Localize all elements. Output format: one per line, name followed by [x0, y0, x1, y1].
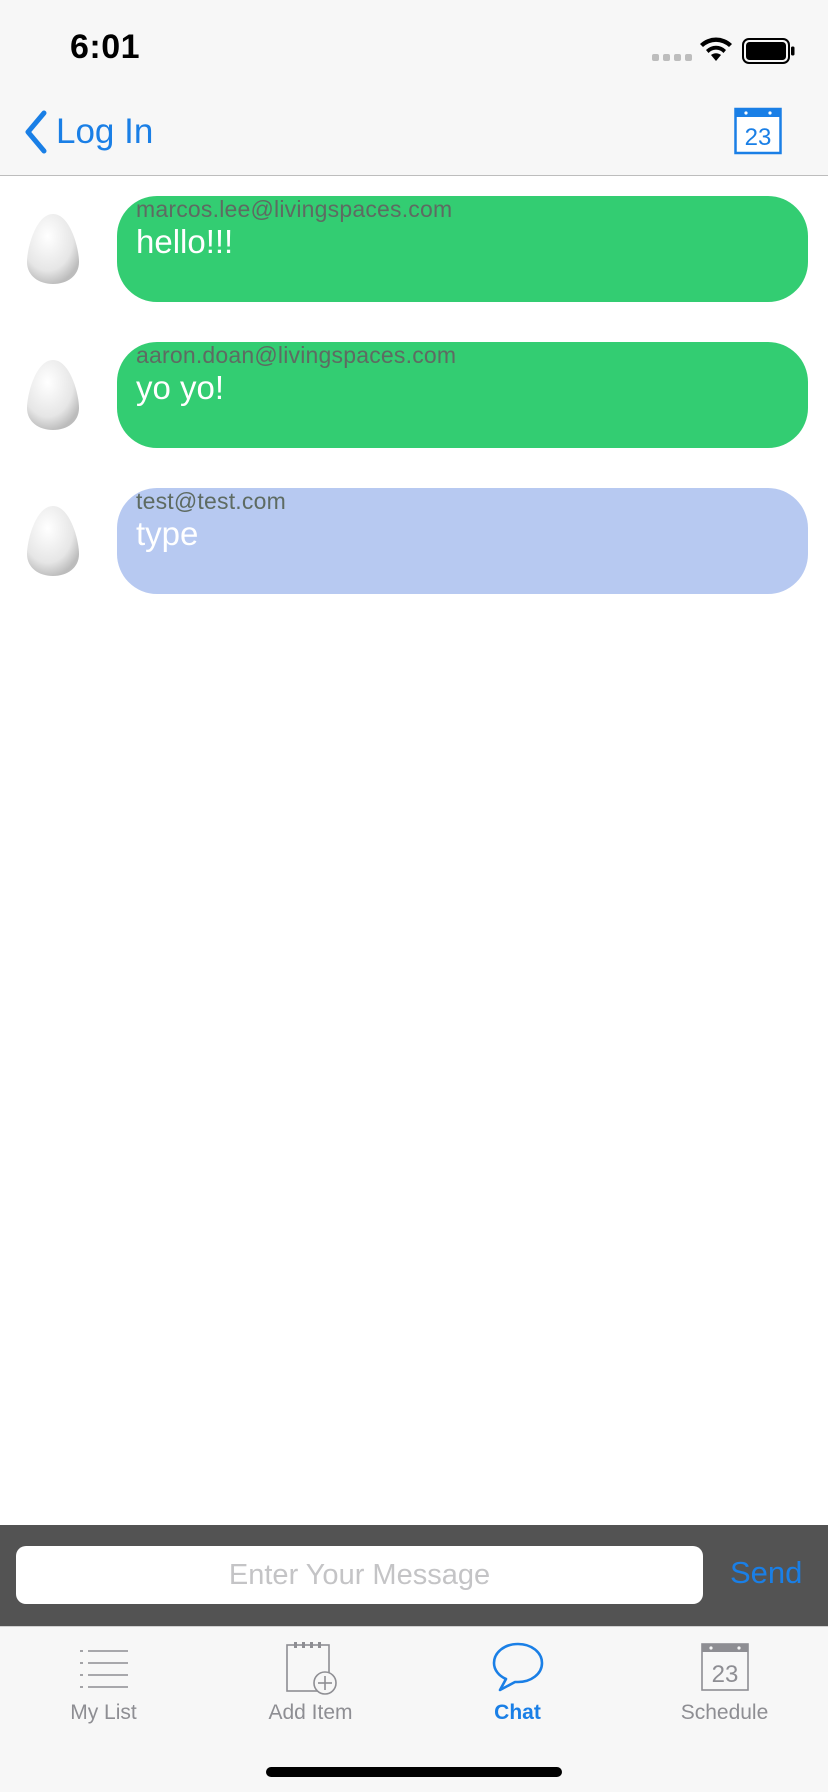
tab-label: Chat	[494, 1701, 541, 1724]
add-item-icon	[285, 1642, 337, 1695]
message-text: type	[136, 515, 199, 552]
tab-chat[interactable]: Chat	[414, 1627, 621, 1737]
tab-my-list[interactable]: My List	[0, 1627, 207, 1737]
message-text: hello!!!	[136, 223, 234, 260]
send-button[interactable]: Send	[730, 1555, 802, 1591]
wifi-icon	[700, 37, 732, 61]
message-sender: aaron.doan@livingspaces.com	[136, 342, 457, 368]
tab-bar: My List Add Item Chat 23 Schedule	[0, 1626, 828, 1792]
message-row: aaron.doan@livingspaces.com yo yo!	[0, 342, 828, 448]
navigation-bar: Log In 23	[0, 88, 828, 176]
message-sender: marcos.lee@livingspaces.com	[136, 196, 453, 222]
message-text: yo yo!	[136, 369, 225, 406]
cellular-signal-icon	[652, 54, 692, 61]
egg-avatar-icon	[27, 360, 79, 430]
chat-bubble-icon	[492, 1642, 543, 1692]
message-input[interactable]	[16, 1546, 703, 1604]
calendar-day: 23	[711, 1661, 738, 1688]
message-sender: test@test.com	[136, 488, 286, 514]
tab-schedule[interactable]: 23 Schedule	[621, 1627, 828, 1737]
status-time: 6:01	[70, 28, 141, 66]
calendar-icon: 23	[700, 1643, 749, 1691]
list-icon	[79, 1650, 128, 1688]
tab-label: My List	[70, 1701, 137, 1724]
home-indicator[interactable]	[266, 1767, 562, 1777]
status-bar: 6:01	[0, 0, 828, 88]
message-composer: Send	[0, 1525, 828, 1626]
back-button[interactable]: Log In	[22, 108, 153, 156]
battery-icon	[742, 38, 795, 64]
egg-avatar-icon	[27, 506, 79, 576]
calendar-day: 23	[745, 124, 772, 151]
message-row: test@test.com type	[0, 488, 828, 594]
tab-add-item[interactable]: Add Item	[207, 1627, 414, 1737]
egg-avatar-icon	[27, 214, 79, 284]
chevron-left-icon	[25, 110, 47, 154]
message-list[interactable]: marcos.lee@livingspaces.com hello!!! aar…	[0, 177, 828, 1525]
message-row: marcos.lee@livingspaces.com hello!!!	[0, 196, 828, 302]
calendar-icon[interactable]: 23	[734, 107, 782, 155]
tab-label: Schedule	[680, 1701, 769, 1724]
tab-label: Add Item	[268, 1701, 353, 1724]
back-button-label: Log In	[56, 112, 154, 151]
